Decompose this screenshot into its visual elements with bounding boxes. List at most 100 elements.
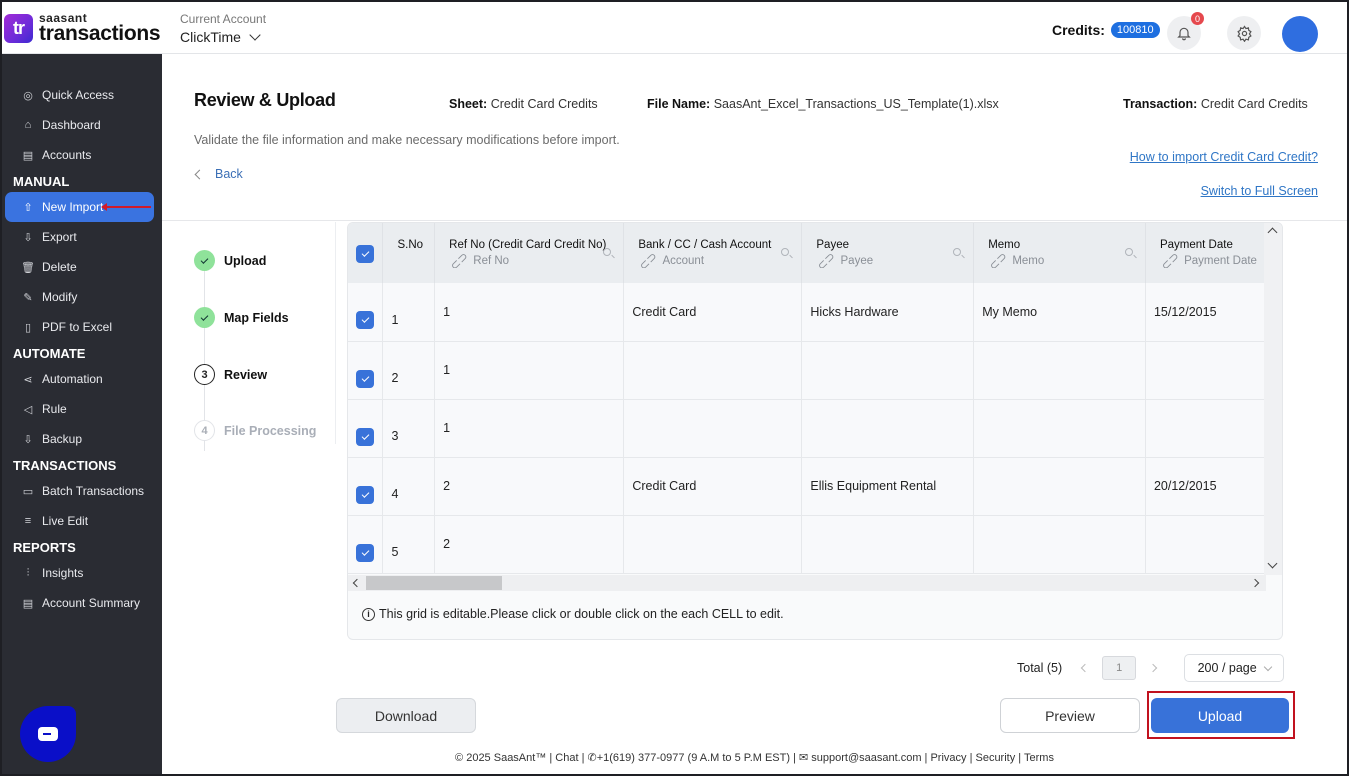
row-checkbox[interactable] bbox=[356, 485, 374, 504]
page-subtitle: Validate the file information and make n… bbox=[194, 133, 620, 147]
sidebar-item-label: Quick Access bbox=[42, 88, 115, 102]
cell-payment-date[interactable] bbox=[1145, 399, 1266, 458]
help-link[interactable]: How to import Credit Card Credit? bbox=[1130, 150, 1318, 164]
sidebar-item-insights[interactable]: ⫶ Insights bbox=[5, 558, 154, 588]
scrollbar-thumb[interactable] bbox=[366, 576, 502, 590]
account-switcher[interactable]: Current Account ClickTime bbox=[180, 12, 266, 45]
horizontal-scrollbar[interactable] bbox=[348, 575, 1266, 591]
settings-button[interactable] bbox=[1227, 16, 1261, 50]
next-page-button[interactable] bbox=[1148, 663, 1158, 673]
cell-ref-no[interactable]: 1 bbox=[434, 341, 625, 400]
cell-memo[interactable] bbox=[973, 399, 1146, 458]
check-icon bbox=[194, 250, 215, 271]
search-icon[interactable] bbox=[603, 248, 612, 256]
cell-ref-no[interactable]: 2 bbox=[434, 457, 625, 516]
cell-account[interactable]: Credit Card bbox=[623, 283, 803, 342]
cell-account[interactable]: Credit Card bbox=[623, 457, 803, 516]
row-checkbox[interactable] bbox=[356, 369, 374, 388]
column-header-sno[interactable]: S.No bbox=[382, 223, 436, 283]
sidebar-item-quick-access[interactable]: ◎ Quick Access bbox=[5, 80, 154, 110]
cell-sno: 1 bbox=[382, 283, 436, 342]
cell-payee[interactable] bbox=[801, 341, 975, 400]
sidebar-item-account-summary[interactable]: ▤ Account Summary bbox=[5, 588, 154, 618]
sidebar-item-pdf-to-excel[interactable]: ▯ PDF to Excel bbox=[5, 312, 154, 342]
cell-payment-date[interactable] bbox=[1145, 341, 1266, 400]
sidebar-item-accounts[interactable]: ▤ Accounts bbox=[5, 140, 154, 170]
select-all-checkbox[interactable] bbox=[356, 244, 374, 263]
notifications-button[interactable]: 0 bbox=[1167, 12, 1204, 50]
sidebar-item-batch-transactions[interactable]: ▭ Batch Transactions bbox=[5, 476, 154, 506]
column-header-memo[interactable]: Memo ⊂⊃ Memo bbox=[973, 223, 1146, 283]
sidebar-item-backup[interactable]: ⇩ Backup bbox=[5, 424, 154, 454]
download-button[interactable]: Download bbox=[336, 698, 476, 733]
row-checkbox[interactable] bbox=[356, 543, 374, 562]
step-label: Upload bbox=[224, 253, 267, 268]
row-select-cell[interactable] bbox=[348, 457, 384, 516]
cell-ref-no[interactable]: 2 bbox=[434, 515, 625, 574]
prev-page-button[interactable] bbox=[1080, 663, 1090, 673]
search-icon[interactable] bbox=[1124, 248, 1133, 256]
download-cloud-icon: ⇩ bbox=[23, 231, 33, 244]
page-size-value: 200 / page bbox=[1197, 661, 1257, 675]
cell-payment-date[interactable]: 15/12/2015 bbox=[1145, 283, 1266, 342]
column-header-account[interactable]: Bank / CC / Cash Account ⊂⊃ Account bbox=[623, 223, 803, 283]
scroll-down-icon[interactable] bbox=[1267, 558, 1278, 569]
row-checkbox[interactable] bbox=[356, 427, 374, 446]
row-select-cell[interactable] bbox=[348, 341, 384, 400]
sidebar-item-modify[interactable]: ✎ Modify bbox=[5, 282, 154, 312]
select-all-header[interactable] bbox=[348, 223, 384, 283]
cell-memo[interactable]: My Memo bbox=[973, 283, 1146, 342]
sidebar-item-rule[interactable]: ◁ Rule bbox=[5, 394, 154, 424]
sidebar-item-automation[interactable]: ⋖ Automation bbox=[5, 364, 154, 394]
sidebar-item-export[interactable]: ⇩ Export bbox=[5, 222, 154, 252]
cell-payee[interactable] bbox=[801, 515, 975, 574]
row-checkbox[interactable] bbox=[356, 311, 374, 330]
sidebar-item-dashboard[interactable]: ⌂ Dashboard bbox=[5, 110, 154, 140]
column-header-payee[interactable]: Payee ⊂⊃ Payee bbox=[801, 223, 975, 283]
column-title: Payee bbox=[816, 238, 849, 251]
cell-memo[interactable] bbox=[973, 457, 1146, 516]
row-select-cell[interactable] bbox=[348, 399, 384, 458]
search-icon[interactable] bbox=[953, 248, 962, 256]
cell-payee[interactable]: Ellis Equipment Rental bbox=[801, 457, 975, 516]
vertical-scrollbar[interactable] bbox=[1264, 223, 1282, 575]
sheet-label: Sheet: bbox=[449, 97, 488, 111]
search-icon[interactable] bbox=[781, 248, 790, 256]
column-header-ref-no[interactable]: Ref No (Credit Card Credit No) ⊂⊃ Ref No bbox=[434, 223, 625, 283]
cell-payee[interactable]: Hicks Hardware bbox=[801, 283, 975, 342]
cell-account[interactable] bbox=[623, 399, 803, 458]
column-header-payment-date[interactable]: Payment Date ⊂⊃ Payment Date bbox=[1145, 223, 1266, 283]
sidebar-item-label: Insights bbox=[42, 566, 84, 580]
chat-widget-button[interactable] bbox=[20, 706, 76, 762]
page-size-select[interactable]: 200 / page bbox=[1184, 654, 1285, 682]
fullscreen-link[interactable]: Switch to Full Screen bbox=[1201, 184, 1318, 198]
cell-memo[interactable] bbox=[973, 341, 1146, 400]
cell-memo[interactable] bbox=[973, 515, 1146, 574]
scroll-up-icon[interactable] bbox=[1267, 227, 1278, 238]
cell-payee[interactable] bbox=[801, 399, 975, 458]
back-button[interactable]: Back bbox=[194, 167, 243, 181]
cell-ref-no[interactable]: 1 bbox=[434, 399, 625, 458]
page-number-button[interactable]: 1 bbox=[1102, 656, 1137, 680]
cell-account[interactable] bbox=[623, 515, 803, 574]
app-logo[interactable]: tr saasant transactions bbox=[4, 12, 161, 44]
cell-account[interactable] bbox=[623, 341, 803, 400]
scroll-left-icon[interactable] bbox=[352, 578, 362, 588]
cell-payment-date[interactable]: 20/12/2015 bbox=[1145, 457, 1266, 516]
cell-payment-date[interactable] bbox=[1145, 515, 1266, 574]
download-cloud-icon: ⇩ bbox=[23, 433, 33, 446]
row-select-cell[interactable] bbox=[348, 283, 384, 342]
sidebar-item-delete[interactable]: 🗑 Delete bbox=[5, 252, 154, 282]
check-icon bbox=[194, 307, 215, 328]
grid-viewport: S.No Ref No (Credit Card Credit No) ⊂⊃ Ref… bbox=[348, 223, 1266, 575]
sidebar-item-live-edit[interactable]: ≡ Live Edit bbox=[5, 506, 154, 536]
row-select-cell[interactable] bbox=[348, 515, 384, 574]
upload-button[interactable]: Upload bbox=[1151, 698, 1289, 733]
sidebar-item-new-import[interactable]: ⇧ New Import bbox=[5, 192, 154, 222]
total-count: Total (5) bbox=[1017, 661, 1063, 675]
scroll-right-icon[interactable] bbox=[1250, 578, 1260, 588]
link-icon: ⊂⊃ bbox=[988, 253, 1011, 268]
cell-ref-no[interactable]: 1 bbox=[434, 283, 625, 342]
user-avatar[interactable] bbox=[1282, 16, 1318, 52]
preview-button[interactable]: Preview bbox=[1000, 698, 1140, 733]
